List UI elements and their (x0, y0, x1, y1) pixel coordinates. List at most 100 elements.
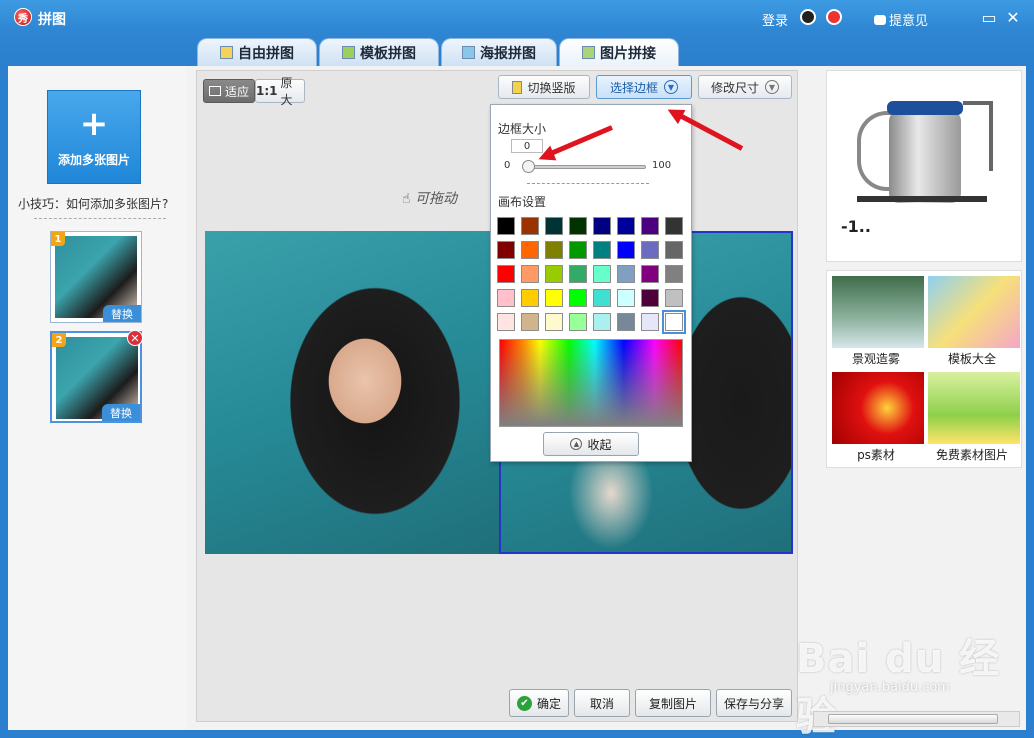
color-swatch[interactable] (521, 217, 539, 235)
scrollbar-thumb[interactable] (828, 714, 998, 724)
color-swatch[interactable] (569, 241, 587, 259)
color-swatch[interactable] (569, 313, 587, 331)
free-assets-thumbnail[interactable] (928, 372, 1020, 444)
color-swatch[interactable] (497, 265, 515, 283)
close-button[interactable]: ✕ (1004, 8, 1022, 27)
tab-image-stitch[interactable]: 图片拼接 (559, 38, 679, 66)
color-swatch[interactable] (497, 217, 515, 235)
login-link[interactable]: 登录 (762, 10, 788, 29)
tab-label: 自由拼图 (238, 45, 294, 62)
color-swatch[interactable] (641, 313, 659, 331)
replace-button[interactable]: 替换 (103, 305, 141, 322)
color-swatch[interactable] (665, 217, 683, 235)
slider-handle[interactable] (522, 160, 535, 173)
resize-label: 修改尺寸 (710, 80, 759, 95)
thumbnail-number: 1 (51, 232, 65, 246)
feedback-label: 提意见 (889, 14, 929, 29)
color-swatch[interactable] (521, 313, 539, 331)
collapse-button[interactable]: ▲ 收起 (543, 432, 639, 456)
grid-label[interactable]: 景观造雾 (830, 350, 922, 367)
color-swatch[interactable] (665, 289, 683, 307)
scenery-fog-thumbnail[interactable] (832, 276, 924, 348)
color-swatch[interactable] (641, 265, 659, 283)
color-swatch[interactable] (569, 265, 587, 283)
vacuum-image (889, 111, 961, 203)
color-swatch[interactable] (521, 265, 539, 283)
color-swatch[interactable] (617, 313, 635, 331)
divider (527, 183, 649, 184)
color-swatch[interactable] (545, 289, 563, 307)
color-swatch[interactable] (497, 313, 515, 331)
color-swatch[interactable] (545, 313, 563, 331)
color-swatch[interactable] (641, 289, 659, 307)
color-swatch[interactable] (617, 265, 635, 283)
color-swatch[interactable] (497, 289, 515, 307)
stitched-photo-left[interactable] (205, 231, 499, 554)
color-swatch[interactable] (617, 289, 635, 307)
color-swatch[interactable] (641, 217, 659, 235)
color-swatch[interactable] (545, 217, 563, 235)
color-swatch[interactable] (593, 289, 611, 307)
color-swatch[interactable] (545, 241, 563, 259)
layout-icon (512, 80, 523, 94)
slider-max-label: 100 (652, 160, 672, 171)
thumbnail-1[interactable]: 1 替换 (50, 231, 142, 323)
delete-icon[interactable]: ✕ (127, 330, 143, 346)
color-swatch[interactable] (665, 241, 683, 259)
color-spectrum-picker[interactable] (499, 339, 683, 427)
tab-template-collage[interactable]: 模板拼图 (319, 38, 439, 66)
app-logo-icon: 秀 (14, 8, 32, 26)
toggle-vertical-button[interactable]: 切换竖版 (498, 75, 590, 99)
color-swatch[interactable] (569, 289, 587, 307)
replace-button[interactable]: 替换 (102, 404, 140, 421)
toggle-vertical-label: 切换竖版 (527, 80, 576, 95)
feedback-link[interactable]: 提意见 (874, 10, 928, 29)
add-images-button[interactable]: + 添加多张图片 (47, 90, 141, 184)
color-swatch[interactable] (617, 217, 635, 235)
fit-button[interactable]: 适应 (203, 79, 255, 103)
grid-label[interactable]: 模板大全 (926, 350, 1018, 367)
tab-free-collage[interactable]: 自由拼图 (197, 38, 317, 66)
choose-border-label: 选择边框 (609, 80, 658, 95)
maximize-button[interactable]: ▭ (980, 8, 998, 27)
thumbnail-2[interactable]: 2 替换 ✕ (50, 330, 143, 423)
vacuum-handle (963, 101, 993, 171)
save-share-label: 保存与分享 (723, 696, 784, 711)
color-swatch[interactable] (593, 241, 611, 259)
template-collage-icon (342, 46, 355, 59)
color-swatch[interactable] (665, 265, 683, 283)
tab-poster-collage[interactable]: 海报拼图 (441, 38, 557, 66)
weibo-icon[interactable] (826, 9, 842, 25)
choose-border-button[interactable]: 选择边框 ▼ (596, 75, 692, 99)
cancel-button[interactable]: 取消 (574, 689, 630, 717)
advertisement[interactable]: -1.. (826, 70, 1022, 262)
color-swatch[interactable] (617, 241, 635, 259)
ps-assets-thumbnail[interactable] (832, 372, 924, 444)
grid-label[interactable]: 免费素材图片 (926, 446, 1018, 463)
color-swatch[interactable] (593, 313, 611, 331)
confirm-button[interactable]: ✔ 确定 (509, 689, 569, 717)
color-swatch[interactable] (521, 289, 539, 307)
app-window: 秀 拼图 登录 提意见 ▭ ✕ 自由拼图 模板拼图 海报拼图 图片拼接 + 添加 (0, 0, 1034, 738)
plus-icon: + (79, 103, 109, 144)
color-swatch[interactable] (593, 217, 611, 235)
color-swatch[interactable] (545, 265, 563, 283)
grid-label[interactable]: ps素材 (830, 446, 922, 463)
tip-link[interactable]: 小技巧：如何添加多张图片? (18, 195, 168, 212)
color-swatch[interactable] (593, 265, 611, 283)
color-swatch[interactable] (641, 241, 659, 259)
copy-image-button[interactable]: 复制图片 (635, 689, 711, 717)
qq-icon[interactable] (800, 9, 816, 25)
templates-thumbnail[interactable] (928, 276, 1020, 348)
horizontal-scrollbar[interactable] (813, 711, 1020, 727)
save-share-button[interactable]: 保存与分享 (716, 689, 792, 717)
original-size-button[interactable]: 1:1 原大 (255, 76, 305, 107)
tab-label: 图片拼接 (600, 45, 656, 62)
color-swatch[interactable] (662, 310, 686, 334)
free-collage-icon (220, 46, 233, 59)
resource-grid: 景观造雾 模板大全 ps素材 免费素材图片 (826, 270, 1022, 468)
color-swatch[interactable] (497, 241, 515, 259)
color-swatch[interactable] (569, 217, 587, 235)
color-swatch[interactable] (521, 241, 539, 259)
resize-button[interactable]: 修改尺寸 ▼ (698, 75, 792, 99)
